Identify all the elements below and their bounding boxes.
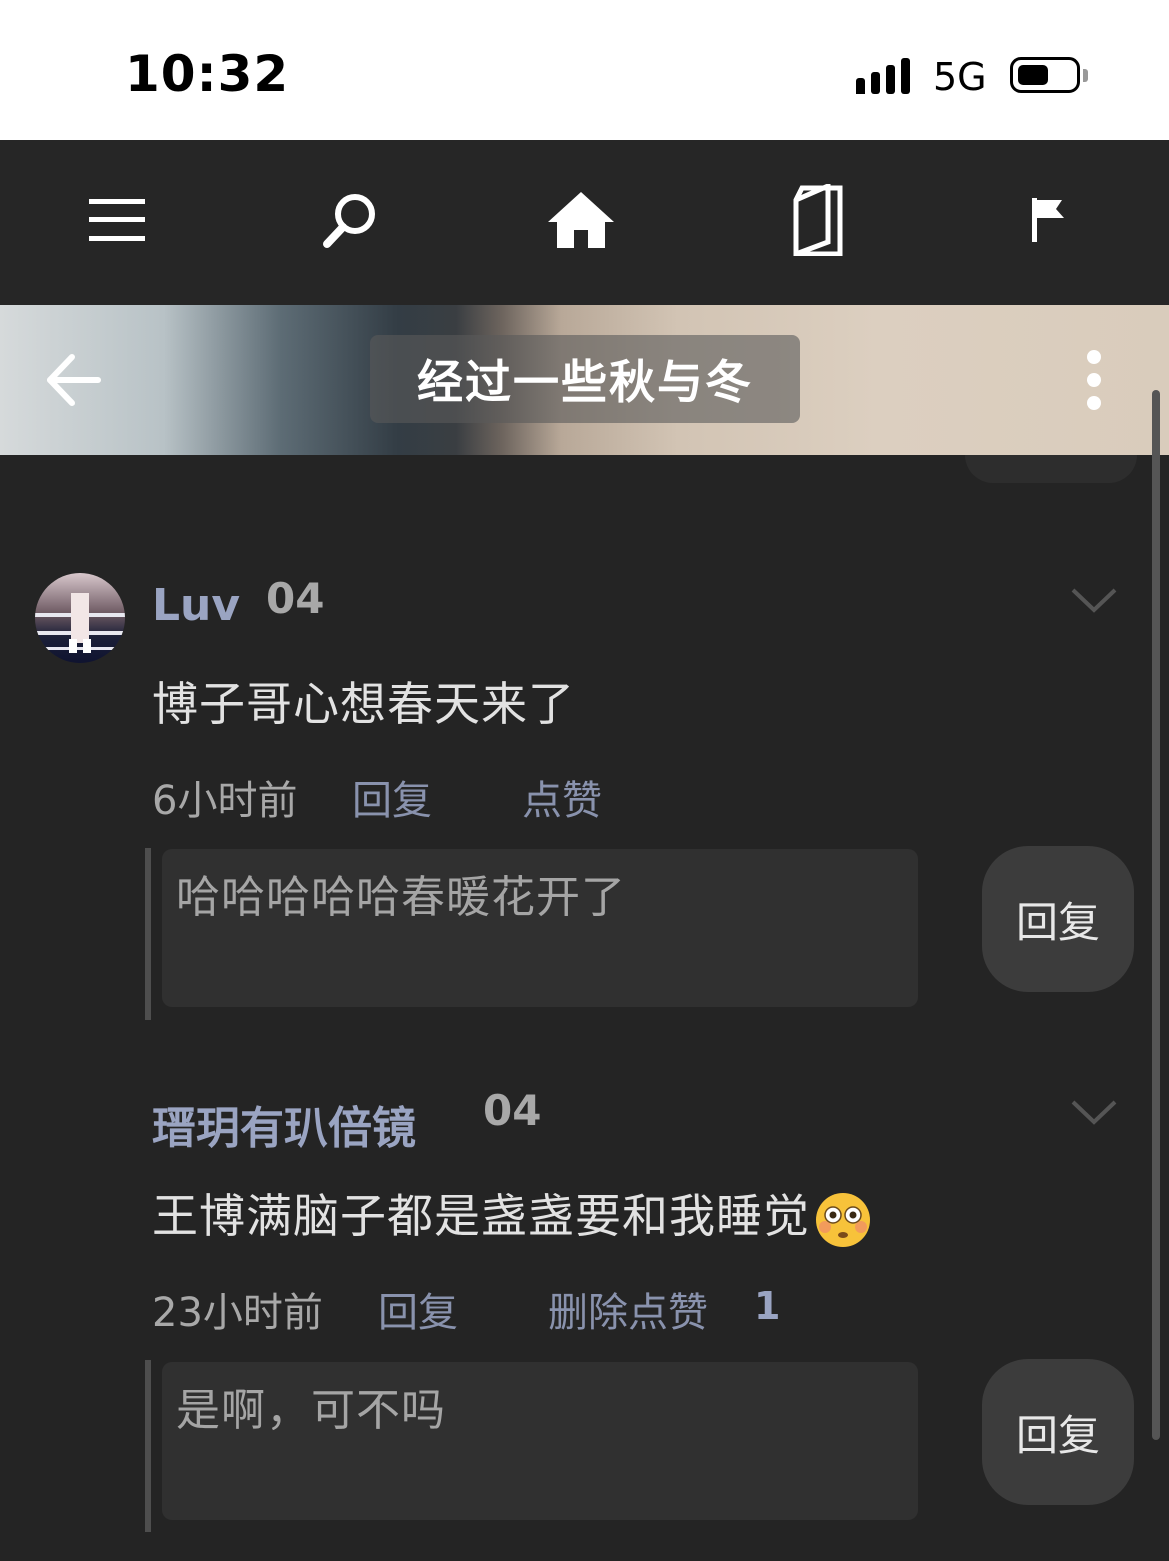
reply-divider (145, 848, 151, 1020)
comment-timestamp: 23小时前 (152, 1290, 323, 1336)
signal-icon (856, 58, 910, 94)
comment-text: 王博满脑子都是盏盏要和我睡觉 (152, 1180, 872, 1249)
arrow-left-icon (47, 354, 101, 406)
reply-divider (145, 1360, 151, 1532)
comment-username[interactable]: Luv (152, 580, 240, 631)
battery-cap (1083, 69, 1088, 82)
more-options-button[interactable] (1074, 345, 1114, 415)
top-nav-bar (0, 140, 1169, 305)
avatar-image (35, 593, 125, 653)
reply-link[interactable]: 回复 (352, 768, 432, 826)
reply-input[interactable]: 哈哈哈哈哈春暖花开了 (162, 849, 918, 1007)
menu-icon (89, 199, 145, 241)
flushed-face-emoji (816, 1192, 870, 1247)
book-icon (793, 184, 843, 256)
more-vertical-icon (1087, 350, 1101, 410)
reply-button[interactable]: 回复 (982, 1359, 1134, 1505)
unlike-link[interactable]: 删除点赞 (548, 1280, 708, 1338)
comment-text: 博子哥心想春天来了 (152, 677, 575, 731)
search-icon (323, 194, 375, 248)
reply-link[interactable]: 回复 (378, 1280, 458, 1338)
status-time: 10:32 (125, 45, 290, 103)
battery-icon (1010, 57, 1080, 93)
avatar[interactable] (35, 573, 125, 663)
network-type: 5G (933, 55, 987, 99)
comment-text-body: 王博满脑子都是盏盏要和我睡觉 (152, 1189, 810, 1243)
comment-timestamp: 6小时前 (152, 778, 298, 824)
reply-button[interactable]: 回复 (982, 846, 1134, 992)
home-icon (548, 192, 614, 248)
search-button[interactable] (311, 180, 391, 260)
scrollbar[interactable] (1152, 390, 1160, 1440)
page-title: 经过一些秋与冬 (370, 335, 800, 423)
flag-button[interactable] (1010, 180, 1090, 260)
like-count: 1 (754, 1284, 781, 1328)
like-link[interactable]: 点赞 (522, 768, 602, 826)
home-button[interactable] (541, 180, 621, 260)
chevron-down-icon[interactable] (1070, 1098, 1118, 1128)
comment-username[interactable]: 瑨玥有玐倍镜 (152, 1092, 416, 1156)
chevron-down-icon[interactable] (1070, 586, 1118, 616)
status-bar: 10:32 5G (0, 0, 1169, 140)
library-button[interactable] (776, 180, 856, 260)
sort-filter-dropdown[interactable] (965, 455, 1137, 483)
user-level-badge: 04 (483, 1086, 542, 1135)
reply-input[interactable]: 是啊，可不吗 (162, 1362, 918, 1520)
user-level-badge: 04 (266, 574, 325, 623)
flag-icon (1032, 198, 1064, 242)
back-button[interactable] (40, 345, 110, 415)
page-header: 经过一些秋与冬 (0, 305, 1169, 455)
menu-button[interactable] (77, 180, 157, 260)
